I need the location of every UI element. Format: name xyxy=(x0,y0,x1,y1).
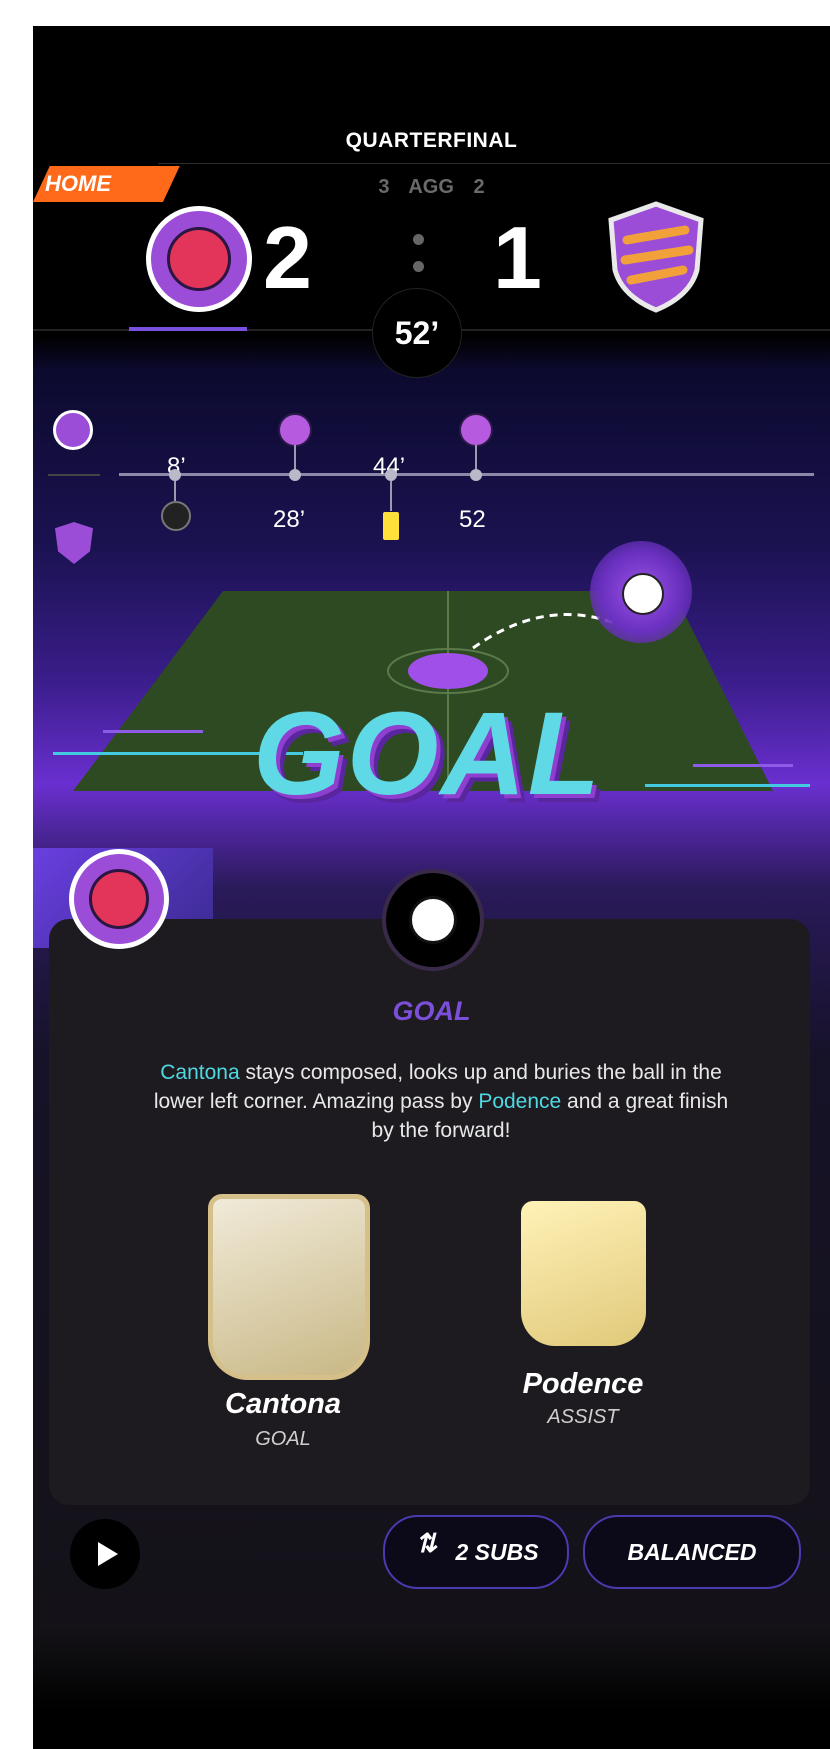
home-score: 2 xyxy=(263,208,312,307)
subs-button[interactable]: ⇅ 2 SUBS xyxy=(383,1515,569,1589)
player-name-highlight: Podence xyxy=(478,1090,562,1113)
match-minute: 52’ xyxy=(372,288,462,378)
player-role: GOAL xyxy=(255,1428,311,1450)
score-separator xyxy=(413,234,425,288)
player-name-highlight: Cantona xyxy=(160,1061,240,1084)
timeline-away-crest-icon xyxy=(55,522,93,564)
match-screen: QUARTERFINAL HOME 3 AGG 2 2 1 52’ 8’ 28’… xyxy=(33,26,830,1749)
player-name: Cantona xyxy=(225,1388,341,1420)
event-description: Cantona stays composed, looks up and bur… xyxy=(153,1061,729,1142)
timeline-label-28: 28’ xyxy=(273,506,306,533)
aggregate-score: 3 AGG 2 xyxy=(33,176,830,199)
away-goal-icon xyxy=(459,413,493,447)
tactic-button[interactable]: BALANCED xyxy=(583,1515,801,1589)
timeline-marker xyxy=(385,469,397,481)
timeline-marker xyxy=(470,469,482,481)
timeline-label-52: 52 xyxy=(459,506,486,533)
subs-label: 2 SUBS xyxy=(455,1538,539,1565)
player-card-cantona[interactable] xyxy=(208,1194,370,1380)
round-title: QUARTERFINAL xyxy=(345,129,518,152)
away-team-crest[interactable] xyxy=(605,200,707,314)
timeline-marker xyxy=(169,469,181,481)
timeline-marker xyxy=(289,469,301,481)
swap-arrows-icon: ⇅ xyxy=(415,1528,438,1558)
soccer-ball-icon xyxy=(622,573,664,615)
goal-banner: GOAL xyxy=(253,688,602,820)
aggregate-label: AGG xyxy=(408,176,454,198)
goal-event-icon xyxy=(382,869,484,971)
possession-indicator xyxy=(129,327,247,331)
tactic-label: BALANCED xyxy=(627,1538,757,1565)
play-icon xyxy=(97,1542,118,1566)
timeline-team-separator xyxy=(48,474,100,476)
yellow-card-icon xyxy=(383,512,399,540)
timeline-track xyxy=(119,473,814,476)
play-button[interactable] xyxy=(70,1519,140,1589)
header-divider xyxy=(158,163,830,164)
aggregate-home: 3 xyxy=(378,176,390,198)
scoring-team-crest xyxy=(69,849,169,949)
event-title: GOAL xyxy=(392,996,471,1026)
home-team-crest[interactable] xyxy=(146,206,252,312)
aggregate-away: 2 xyxy=(473,176,485,198)
bottom-fade xyxy=(33,1626,830,1749)
timeline-home-crest-icon xyxy=(53,410,93,450)
home-goal-icon xyxy=(161,501,191,531)
player-name: Podence xyxy=(522,1368,644,1400)
player-card-podence[interactable] xyxy=(521,1201,646,1346)
away-score: 1 xyxy=(493,208,542,307)
player-role: ASSIST xyxy=(547,1406,619,1428)
away-goal-icon xyxy=(278,413,312,447)
